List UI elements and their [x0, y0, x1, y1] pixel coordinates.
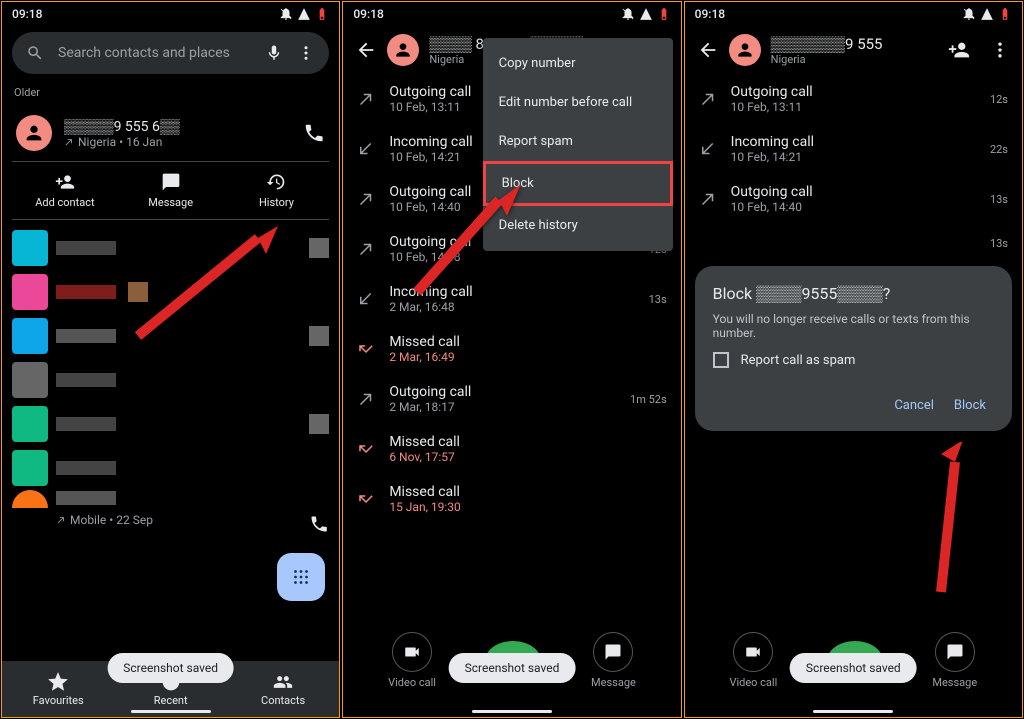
- battery-icon: [315, 7, 329, 21]
- history-row[interactable]: Missed call 15 Jan, 19:30: [343, 474, 680, 524]
- avatar: [16, 115, 52, 151]
- history-row[interactable]: Incoming call 2 Mar, 16:48 13s: [343, 274, 680, 324]
- toast: Screenshot saved: [107, 653, 234, 683]
- search-icon: [26, 44, 44, 62]
- dialpad-fab[interactable]: [277, 553, 325, 601]
- contact-sub: Nigeria • 16 Jan: [64, 135, 291, 149]
- menu-block[interactable]: Block: [483, 161, 673, 206]
- video-call-button[interactable]: Video call: [729, 632, 777, 689]
- nav-contacts[interactable]: Contacts: [227, 672, 339, 707]
- history-sub: 10 Feb, 14:48: [389, 250, 634, 264]
- toast: Screenshot saved: [790, 653, 917, 683]
- history-title: Outgoing call: [389, 384, 616, 400]
- menu-copy-number[interactable]: Copy number: [483, 44, 673, 83]
- more-icon[interactable]: [990, 40, 1010, 60]
- status-bar: 09:18: [2, 2, 339, 26]
- history-sub: 2 Mar, 18:17: [389, 400, 616, 414]
- history-title: Missed call: [389, 484, 652, 500]
- history-sub: 10 Feb, 13:11: [731, 100, 976, 114]
- history-title: Outgoing call: [731, 84, 976, 100]
- dialog-body: You will no longer receive calls or text…: [713, 312, 994, 340]
- block-dialog: Block ▒▒▒▒9555▒▒▒▒? You will no longer r…: [695, 266, 1012, 431]
- screen-recent-calls: 09:18 Search contacts and places Older ▒…: [1, 1, 340, 718]
- back-icon[interactable]: [697, 39, 719, 61]
- history-duration: 13s: [990, 237, 1008, 250]
- history-duration: 22s: [990, 143, 1008, 156]
- video-call-button[interactable]: Video call: [388, 632, 436, 689]
- menu-delete-history[interactable]: Delete history: [483, 206, 673, 245]
- history-row[interactable]: Outgoing call 2 Mar, 18:17 1m 52s: [343, 374, 680, 424]
- report-spam-checkbox[interactable]: Report call as spam: [713, 352, 994, 368]
- message-button[interactable]: Message: [118, 162, 224, 219]
- history-title: Incoming call: [389, 284, 634, 300]
- history-row[interactable]: Outgoing call 10 Feb, 14:40 13s: [685, 174, 1022, 224]
- status-bar: 09:18: [343, 2, 680, 26]
- nav-favourites[interactable]: Favourites: [2, 672, 114, 707]
- status-time: 09:18: [12, 7, 42, 21]
- signal-icon: [297, 7, 311, 21]
- contact-number: ▒▒▒▒▒9 555 6▒▒: [64, 118, 291, 135]
- avatar: [387, 34, 419, 66]
- history-title: Outgoing call: [731, 184, 976, 200]
- cancel-button[interactable]: Cancel: [894, 398, 934, 413]
- message-button[interactable]: Message: [932, 632, 977, 689]
- history-sub: 15 Jan, 19:30: [389, 500, 652, 514]
- search-bar[interactable]: Search contacts and places: [12, 32, 329, 74]
- context-menu: Copy number Edit number before call Repo…: [483, 38, 673, 251]
- outgoing-small-icon: [64, 137, 74, 147]
- menu-report-spam[interactable]: Report spam: [483, 122, 673, 161]
- block-button[interactable]: Block: [954, 398, 986, 413]
- screen-block-dialog: 09:18 ▒▒▒▒▒▒▒9 555 Nigeria Outgoing call: [684, 1, 1023, 718]
- history-sub: 2 Mar, 16:48: [389, 300, 634, 314]
- history-row[interactable]: 13s: [685, 224, 1022, 262]
- message-button[interactable]: Message: [591, 632, 636, 689]
- history-title: Missed call: [389, 334, 652, 350]
- mic-icon[interactable]: [265, 44, 283, 62]
- history-row[interactable]: Missed call 2 Mar, 16:49: [343, 324, 680, 374]
- history-sub: 10 Feb, 14:40: [731, 200, 976, 214]
- history-duration: 1m 52s: [630, 393, 667, 406]
- toast: Screenshot saved: [449, 653, 576, 683]
- screen-history-menu: 09:18 ▒▒▒▒ 809 555▒▒▒▒▒ Nigeria Outgoing…: [342, 1, 681, 718]
- dialog-title: Block ▒▒▒▒9555▒▒▒▒?: [713, 284, 994, 304]
- more-icon[interactable]: [297, 44, 315, 62]
- history-duration: 13s: [649, 293, 667, 306]
- status-bar: 09:18: [685, 2, 1022, 26]
- history-row[interactable]: Incoming call 10 Feb, 14:21 22s: [685, 124, 1022, 174]
- history-row[interactable]: Missed call 6 Nov, 17:57: [343, 424, 680, 474]
- history-sub: 10 Feb, 14:21: [731, 150, 976, 164]
- search-placeholder: Search contacts and places: [58, 45, 251, 61]
- history-duration: 12s: [990, 93, 1008, 106]
- checkbox-icon: [713, 352, 729, 368]
- history-title: Incoming call: [731, 134, 976, 150]
- contact-header: ▒▒▒▒▒▒▒9 555 Nigeria: [685, 26, 1022, 74]
- action-row: Add contact Message History: [12, 161, 329, 220]
- older-header: Older: [2, 80, 339, 105]
- back-icon[interactable]: [355, 39, 377, 61]
- recent-contact[interactable]: ▒▒▒▒▒9 555 6▒▒ Nigeria • 16 Jan: [2, 105, 339, 161]
- history-sub: 6 Nov, 17:57: [389, 450, 652, 464]
- history-button[interactable]: History: [224, 162, 330, 219]
- history-sub: 2 Mar, 16:49: [389, 350, 652, 364]
- call-icon[interactable]: [303, 122, 325, 144]
- history-row[interactable]: Outgoing call 10 Feb, 13:11 12s: [685, 74, 1022, 124]
- add-contact-icon[interactable]: [948, 39, 970, 61]
- history-duration: 13s: [990, 193, 1008, 206]
- add-contact-button[interactable]: Add contact: [12, 162, 118, 219]
- history-title: Missed call: [389, 434, 652, 450]
- avatar: [729, 34, 761, 66]
- menu-edit-number[interactable]: Edit number before call: [483, 83, 673, 122]
- dnd-icon: [279, 7, 293, 21]
